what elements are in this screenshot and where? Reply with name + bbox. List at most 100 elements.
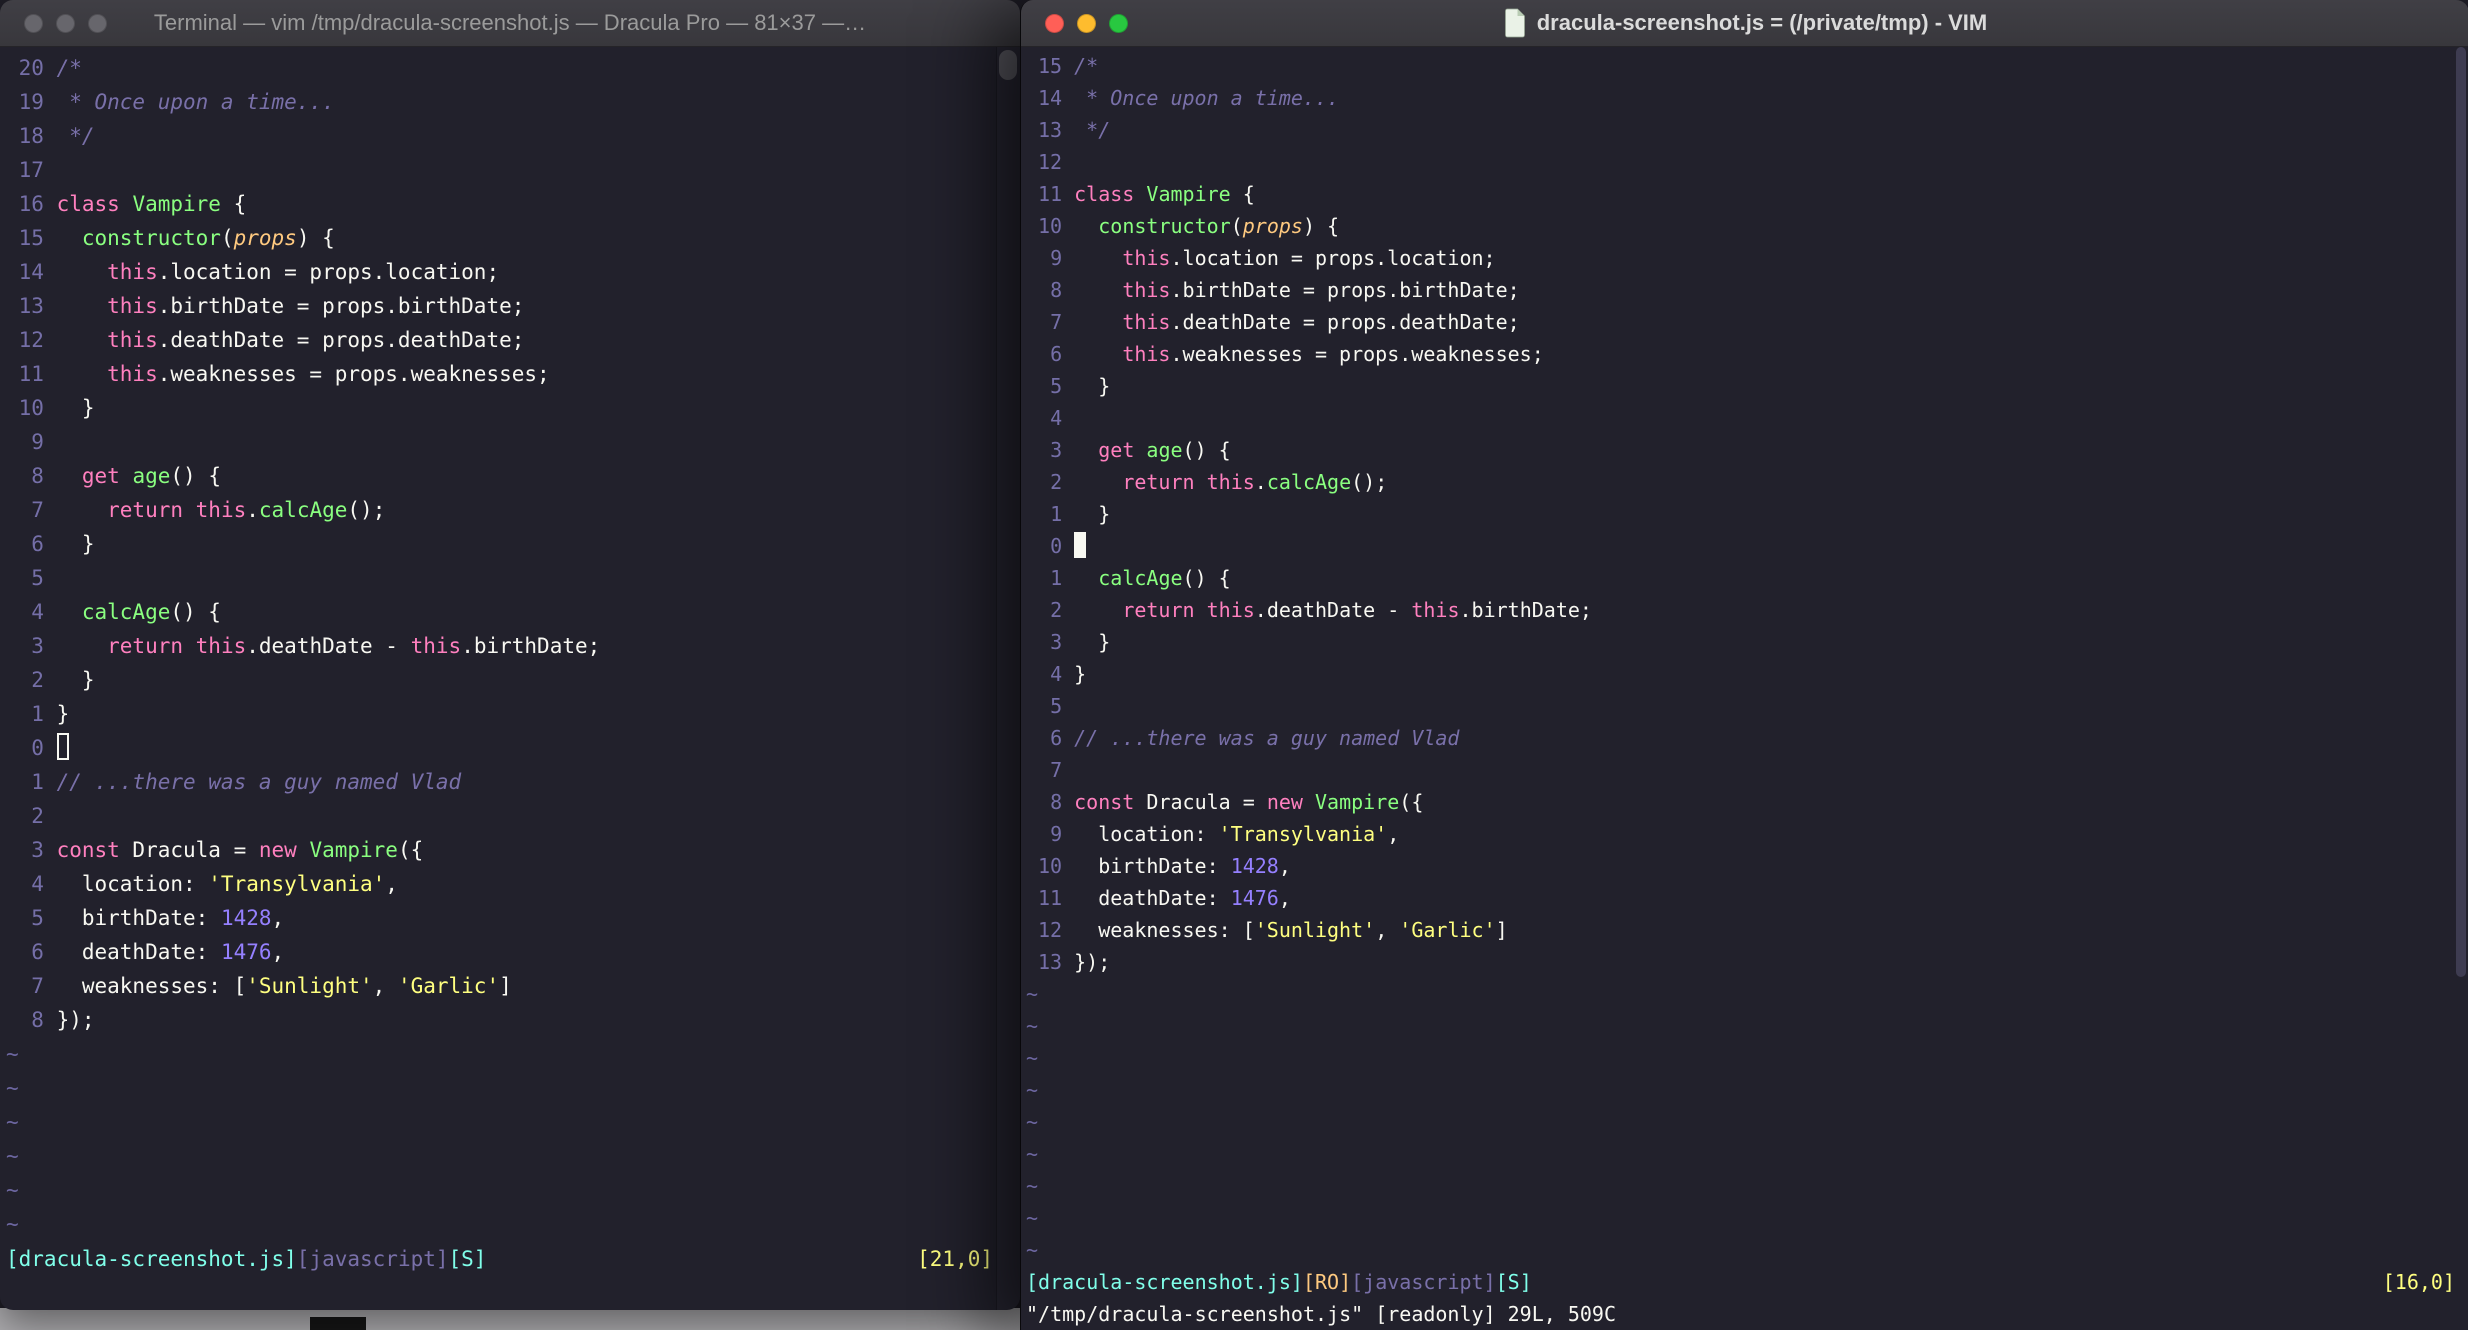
code-line[interactable]: 8 get age() { [6, 459, 993, 493]
code-line[interactable]: 7 [1026, 754, 2455, 786]
scrollbar[interactable] [2456, 47, 2466, 977]
code-line[interactable]: 3 get age() { [1026, 434, 2455, 466]
code-line[interactable]: 15 constructor(props) { [6, 221, 993, 255]
line-number: 9 [31, 430, 44, 454]
code-line[interactable]: 6 } [6, 527, 993, 561]
code-line[interactable]: 10 birthDate: 1428, [1026, 850, 2455, 882]
code-line[interactable]: 9 this.location = props.location; [1026, 242, 2455, 274]
line-number: 16 [18, 192, 44, 216]
code-line[interactable]: 8 const Dracula = new Vampire({ [1026, 786, 2455, 818]
code-line[interactable]: 2 } [6, 663, 993, 697]
line-number: 13 [1038, 950, 1063, 974]
close-button[interactable] [1045, 14, 1064, 33]
code-line[interactable]: 14 this.location = props.location; [6, 255, 993, 289]
code-line[interactable]: 6// ...there was a guy named Vlad [1026, 722, 2455, 754]
line-number: 1 [1050, 566, 1063, 590]
line-number: 1 [31, 770, 44, 794]
line-number: 7 [31, 974, 44, 998]
code-line[interactable]: 6 deathDate: 1476, [6, 935, 993, 969]
titlebar[interactable]: dracula-screenshot.js = (/private/tmp) -… [1021, 0, 2468, 47]
code-line[interactable]: 5 [1026, 690, 2455, 722]
code-line[interactable]: 1} [6, 697, 993, 731]
code-line[interactable]: 8}); [6, 1003, 993, 1037]
traffic-lights [24, 14, 107, 33]
scrollbar-thumb[interactable] [999, 50, 1017, 80]
code-line[interactable]: 5 [6, 561, 993, 595]
code-line[interactable]: 3 return this.deathDate - this.birthDate… [6, 629, 993, 663]
code-line[interactable]: 8 this.birthDate = props.birthDate; [1026, 274, 2455, 306]
code-line[interactable]: 4 location: 'Transylvania', [6, 867, 993, 901]
code-line[interactable]: 15/* [1026, 50, 2455, 82]
minimize-button[interactable] [56, 14, 75, 33]
code-line[interactable]: 7 weaknesses: ['Sunlight', 'Garlic'] [6, 969, 993, 1003]
line-number: 6 [1050, 342, 1063, 366]
code-line[interactable]: 7 return this.calcAge(); [6, 493, 993, 527]
scrollbar-thumb[interactable] [2456, 47, 2466, 977]
code-line[interactable]: 13}); [1026, 946, 2455, 978]
code-area[interactable]: 15/* 14 * Once upon a time... 13 */12 11 cla… [1026, 50, 2455, 1266]
code-line[interactable]: 5 } [1026, 370, 2455, 402]
code-line[interactable]: 10 constructor(props) { [1026, 210, 2455, 242]
line-number: 19 [18, 90, 44, 114]
tilde-line: ~ [6, 1110, 19, 1134]
code-line[interactable]: 11 class Vampire { [1026, 178, 2455, 210]
close-button[interactable] [24, 14, 43, 33]
code-line[interactable]: 3 } [1026, 626, 2455, 658]
code-line[interactable]: 20/* [6, 51, 993, 85]
line-number: 12 [18, 328, 44, 352]
code-line[interactable]: 1 } [1026, 498, 2455, 530]
code-line[interactable]: 9 [6, 425, 993, 459]
scrollbar[interactable] [996, 47, 1020, 1310]
line-number: 2 [1050, 598, 1063, 622]
vim-cursor [56, 733, 70, 760]
code-line[interactable]: 19 * Once upon a time... [6, 85, 993, 119]
code-line[interactable]: 16 class Vampire { [6, 187, 993, 221]
status-file-info: [dracula-screenshot.js][javascript][S] [6, 1247, 487, 1271]
code-line[interactable]: 13 */ [1026, 114, 2455, 146]
code-area[interactable]: 20/* 19 * Once upon a time... 18 */17 16 cla… [6, 51, 993, 1241]
code-line[interactable]: 2 return this.calcAge(); [1026, 466, 2455, 498]
vim-buffer[interactable]: 20/* 19 * Once upon a time... 18 */17 16 cla… [0, 47, 997, 1310]
code-line[interactable]: 13 this.birthDate = props.birthDate; [6, 289, 993, 323]
tilde-line: ~ [6, 1178, 19, 1202]
zoom-button[interactable] [88, 14, 107, 33]
tilde-line: ~ [1026, 1046, 1039, 1070]
code-line[interactable]: 11 this.weaknesses = props.weaknesses; [6, 357, 993, 391]
code-line[interactable]: 0 [1026, 530, 2455, 562]
code-line[interactable]: 4 calcAge() { [6, 595, 993, 629]
vim-buffer[interactable]: 15/* 14 * Once upon a time... 13 */12 11 cla… [1021, 47, 2468, 1330]
code-line[interactable]: 3 const Dracula = new Vampire({ [6, 833, 993, 867]
code-line[interactable]: 5 birthDate: 1428, [6, 901, 993, 935]
code-line[interactable]: 18 */ [6, 119, 993, 153]
line-number: 3 [1050, 630, 1063, 654]
code-line[interactable]: 12 this.deathDate = props.deathDate; [6, 323, 993, 357]
code-line[interactable]: 17 [6, 153, 993, 187]
line-number: 4 [1050, 662, 1063, 686]
status-cursor-position: [21,0] [917, 1247, 993, 1271]
code-line[interactable]: 6 this.weaknesses = props.weaknesses; [1026, 338, 2455, 370]
code-line[interactable]: 1 calcAge() { [1026, 562, 2455, 594]
code-line[interactable]: 14 * Once upon a time... [1026, 82, 2455, 114]
code-line[interactable]: 2 return this.deathDate - this.birthDate… [1026, 594, 2455, 626]
code-line[interactable]: 4} [1026, 658, 2455, 690]
line-number: 9 [1050, 822, 1063, 846]
code-line[interactable]: 1// ...there was a guy named Vlad [6, 765, 993, 799]
code-line[interactable]: 10 } [6, 391, 993, 425]
code-line[interactable]: 2 [6, 799, 993, 833]
zoom-button[interactable] [1109, 14, 1128, 33]
line-number: 11 [1038, 886, 1063, 910]
line-number: 3 [31, 838, 44, 862]
line-number: 10 [18, 396, 44, 420]
minimize-button[interactable] [1077, 14, 1096, 33]
tilde-line: ~ [6, 1212, 19, 1236]
code-line[interactable]: 9 location: 'Transylvania', [1026, 818, 2455, 850]
line-number: 14 [1038, 86, 1063, 110]
code-line[interactable]: 12 [1026, 146, 2455, 178]
code-line[interactable]: 4 [1026, 402, 2455, 434]
titlebar[interactable]: Terminal — vim /tmp/dracula-screenshot.j… [0, 0, 1020, 47]
code-line[interactable]: 12 weaknesses: ['Sunlight', 'Garlic'] [1026, 914, 2455, 946]
code-line[interactable]: 11 deathDate: 1476, [1026, 882, 2455, 914]
code-line[interactable]: 0 [6, 731, 993, 765]
code-line[interactable]: 7 this.deathDate = props.deathDate; [1026, 306, 2455, 338]
line-number: 8 [1050, 278, 1063, 302]
